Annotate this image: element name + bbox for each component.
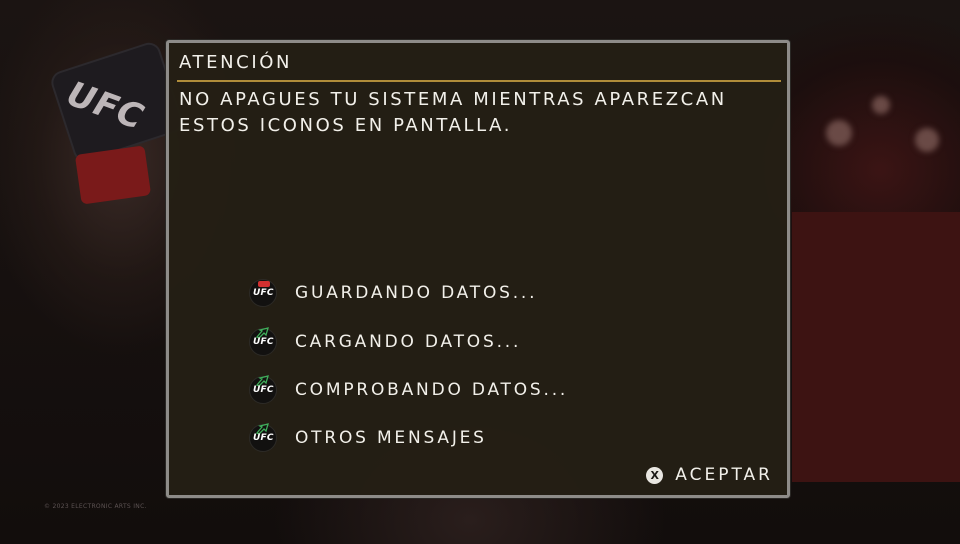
attention-dialog: ATENCIÓN NO APAGUES TU SISTEMA MIENTRAS … [166,40,790,498]
icon-row-saving: UFC GUARDANDO DATOS... [249,278,537,308]
accept-button[interactable]: X ACEPTAR [646,465,773,485]
icon-label: GUARDANDO DATOS... [295,283,538,303]
arena-light [826,120,852,146]
icon-row-other: UFC OTROS MENSAJES [249,423,487,453]
glove-red-band [74,145,152,205]
red-banner [792,212,960,482]
ufc-checking-icon: UFC [249,375,277,404]
dialog-title: ATENCIÓN [179,52,293,73]
title-divider [177,80,781,82]
icon-row-checking: UFC COMPROBANDO DATOS... [249,375,568,405]
copyright-text: © 2023 ELECTRONIC ARTS INC. [44,503,147,510]
arena-light [915,128,939,152]
dialog-message: NO APAGUES TU SISTEMA MIENTRAS APAREZCAN… [179,89,727,136]
icon-label: OTROS MENSAJES [295,428,487,448]
ufc-loading-icon: UFC [249,327,277,356]
ufc-other-icon: UFC [249,423,277,452]
icon-row-loading: UFC CARGANDO DATOS... [249,327,521,357]
x-button-icon: X [646,466,664,484]
ufc-saving-icon: UFC [249,279,277,307]
arena-light [872,96,890,114]
accept-label: ACEPTAR [675,465,773,485]
icon-label: CARGANDO DATOS... [295,332,522,352]
icon-label: COMPROBANDO DATOS... [295,380,569,400]
